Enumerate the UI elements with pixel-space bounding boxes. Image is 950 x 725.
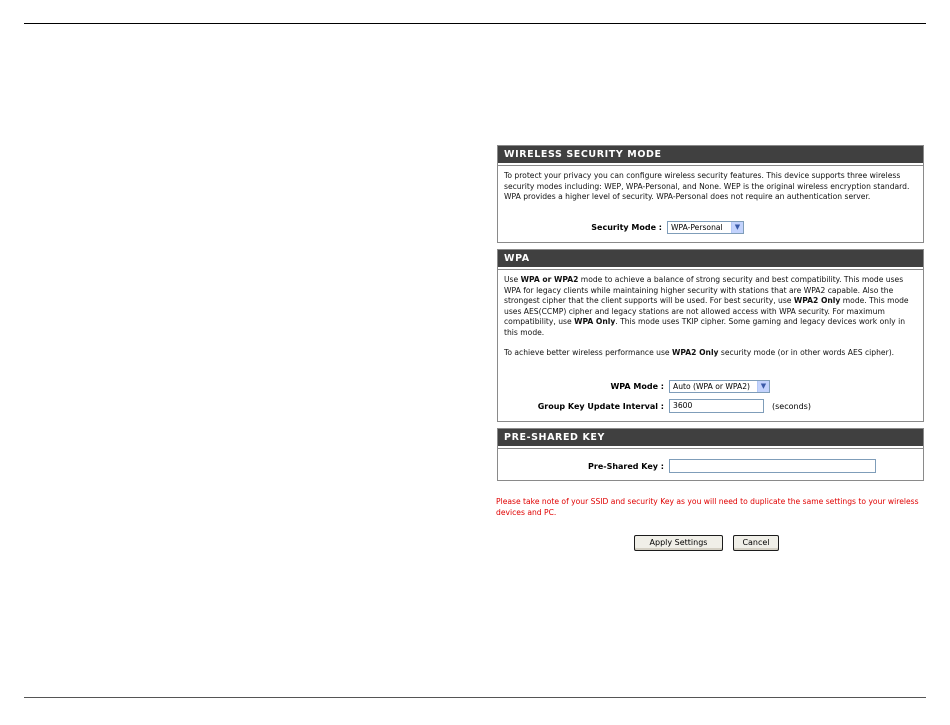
wireless-security-mode-header: WIRELESS SECURITY MODE	[498, 146, 923, 165]
security-mode-select[interactable]: WPA-Personal ▼	[667, 221, 744, 234]
top-divider	[24, 23, 926, 24]
apply-settings-button[interactable]: Apply Settings	[634, 535, 723, 551]
group-key-interval-label: Group Key Update Interval :	[537, 401, 664, 411]
pre-shared-key-input[interactable]	[669, 459, 876, 473]
group-key-interval-unit: (seconds)	[772, 401, 811, 411]
wireless-security-mode-panel: WIRELESS SECURITY MODE To protect your p…	[497, 145, 924, 243]
wpa-panel: WPA Use WPA or WPA2 mode to achieve a ba…	[497, 249, 924, 422]
pre-shared-key-header: PRE-SHARED KEY	[498, 429, 923, 448]
ssid-key-note: Please take note of your SSID and securi…	[496, 497, 919, 517]
wireless-security-description: To protect your privacy you can configur…	[504, 171, 910, 201]
wpa-mode-value: Auto (WPA or WPA2)	[673, 382, 750, 391]
security-mode-label: Security Mode :	[591, 223, 662, 232]
cancel-button[interactable]: Cancel	[733, 535, 779, 551]
chevron-down-icon[interactable]: ▼	[731, 222, 743, 233]
wpa-mode-label: WPA Mode :	[610, 382, 664, 391]
bottom-divider	[24, 697, 926, 698]
wpa-header: WPA	[498, 250, 923, 269]
wpa-mode-select[interactable]: Auto (WPA or WPA2) ▼	[669, 380, 770, 393]
pre-shared-key-panel: PRE-SHARED KEY Pre-Shared Key :	[497, 428, 924, 481]
group-key-interval-input[interactable]: 3600	[669, 399, 764, 413]
chevron-down-icon[interactable]: ▼	[757, 381, 769, 392]
pre-shared-key-label: Pre-Shared Key :	[588, 461, 664, 471]
wpa-description: Use WPA or WPA2 mode to achieve a balanc…	[504, 275, 909, 337]
wpa-performance-tip: To achieve better wireless performance u…	[504, 348, 895, 357]
security-mode-value: WPA-Personal	[671, 223, 723, 232]
